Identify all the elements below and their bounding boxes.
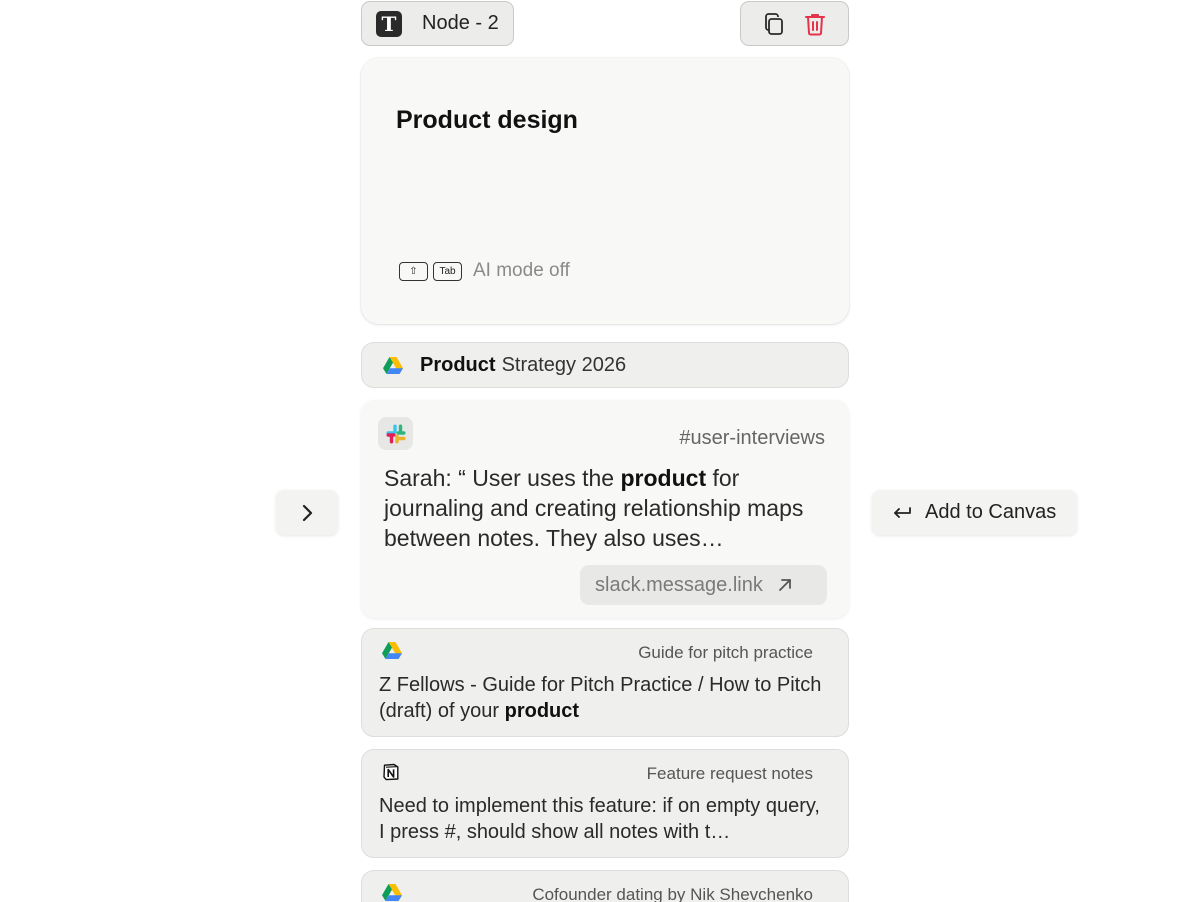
chevron-right-icon	[302, 504, 313, 521]
slack-link-button[interactable]: slack.message.link	[580, 565, 827, 605]
result-title-bold: Product	[420, 353, 496, 376]
notion-icon	[383, 763, 399, 781]
copy-icon	[764, 12, 783, 35]
ai-mode-label: AI mode off	[473, 260, 570, 281]
slack-link-text: slack.message.link	[595, 573, 763, 596]
slack-message-text: Sarah: “ User uses the	[384, 465, 621, 491]
search-result-notion[interactable]: Feature request notes Need to implement …	[361, 749, 849, 858]
node-actions	[740, 1, 849, 46]
google-drive-icon	[382, 642, 402, 659]
node-header[interactable]: T Node - 2	[361, 1, 514, 46]
next-button[interactable]	[276, 490, 338, 535]
result-snippet-highlight: product	[504, 700, 580, 722]
external-link-icon	[777, 577, 793, 593]
search-result-slack[interactable]: #user-interviews Sarah: “ User uses the …	[361, 400, 849, 618]
node-title: Node - 2	[422, 12, 499, 34]
text-node-icon: T	[376, 10, 402, 37]
trash-icon	[805, 13, 826, 35]
result-snippet-text: Z Fellows - Guide for Pitch Practice / H…	[379, 674, 822, 722]
editor-title[interactable]: Product design	[396, 106, 578, 135]
add-to-canvas-button[interactable]: Add to Canvas	[872, 490, 1077, 535]
return-arrow-icon	[894, 506, 911, 518]
result-title: Cofounder dating by Nik Shevchenko	[532, 885, 813, 902]
result-title: Guide for pitch practice	[638, 643, 813, 662]
search-result-drive[interactable]: Product Strategy 2026	[361, 342, 849, 388]
slack-channel: #user-interviews	[679, 427, 825, 449]
ai-mode-hint: ⇧ Tab AI mode off	[399, 260, 570, 282]
result-snippet: Z Fellows - Guide for Pitch Practice / H…	[379, 672, 829, 724]
node-editor[interactable]: Product design ⇧ Tab AI mode off	[361, 58, 849, 324]
slack-icon	[386, 424, 405, 443]
slack-message-highlight: product	[620, 465, 707, 491]
google-drive-icon	[382, 884, 402, 901]
google-drive-icon	[383, 356, 403, 374]
result-title: Strategy 2026	[501, 353, 627, 376]
delete-button[interactable]	[801, 10, 829, 38]
duplicate-button[interactable]	[760, 10, 788, 38]
tab-key-icon: Tab	[433, 261, 462, 281]
search-result-cofounder[interactable]: Cofounder dating by Nik Shevchenko	[361, 870, 849, 902]
result-title: Feature request notes	[646, 764, 813, 783]
slack-logo	[378, 417, 413, 450]
result-snippet: Need to implement this feature: if on em…	[379, 795, 820, 843]
add-to-canvas-label: Add to Canvas	[925, 501, 1057, 523]
slack-message: Sarah: “ User uses the product for journ…	[384, 463, 824, 553]
shift-key-icon: ⇧	[399, 261, 428, 281]
search-result-pitch[interactable]: Guide for pitch practice Z Fellows - Gui…	[361, 628, 849, 737]
